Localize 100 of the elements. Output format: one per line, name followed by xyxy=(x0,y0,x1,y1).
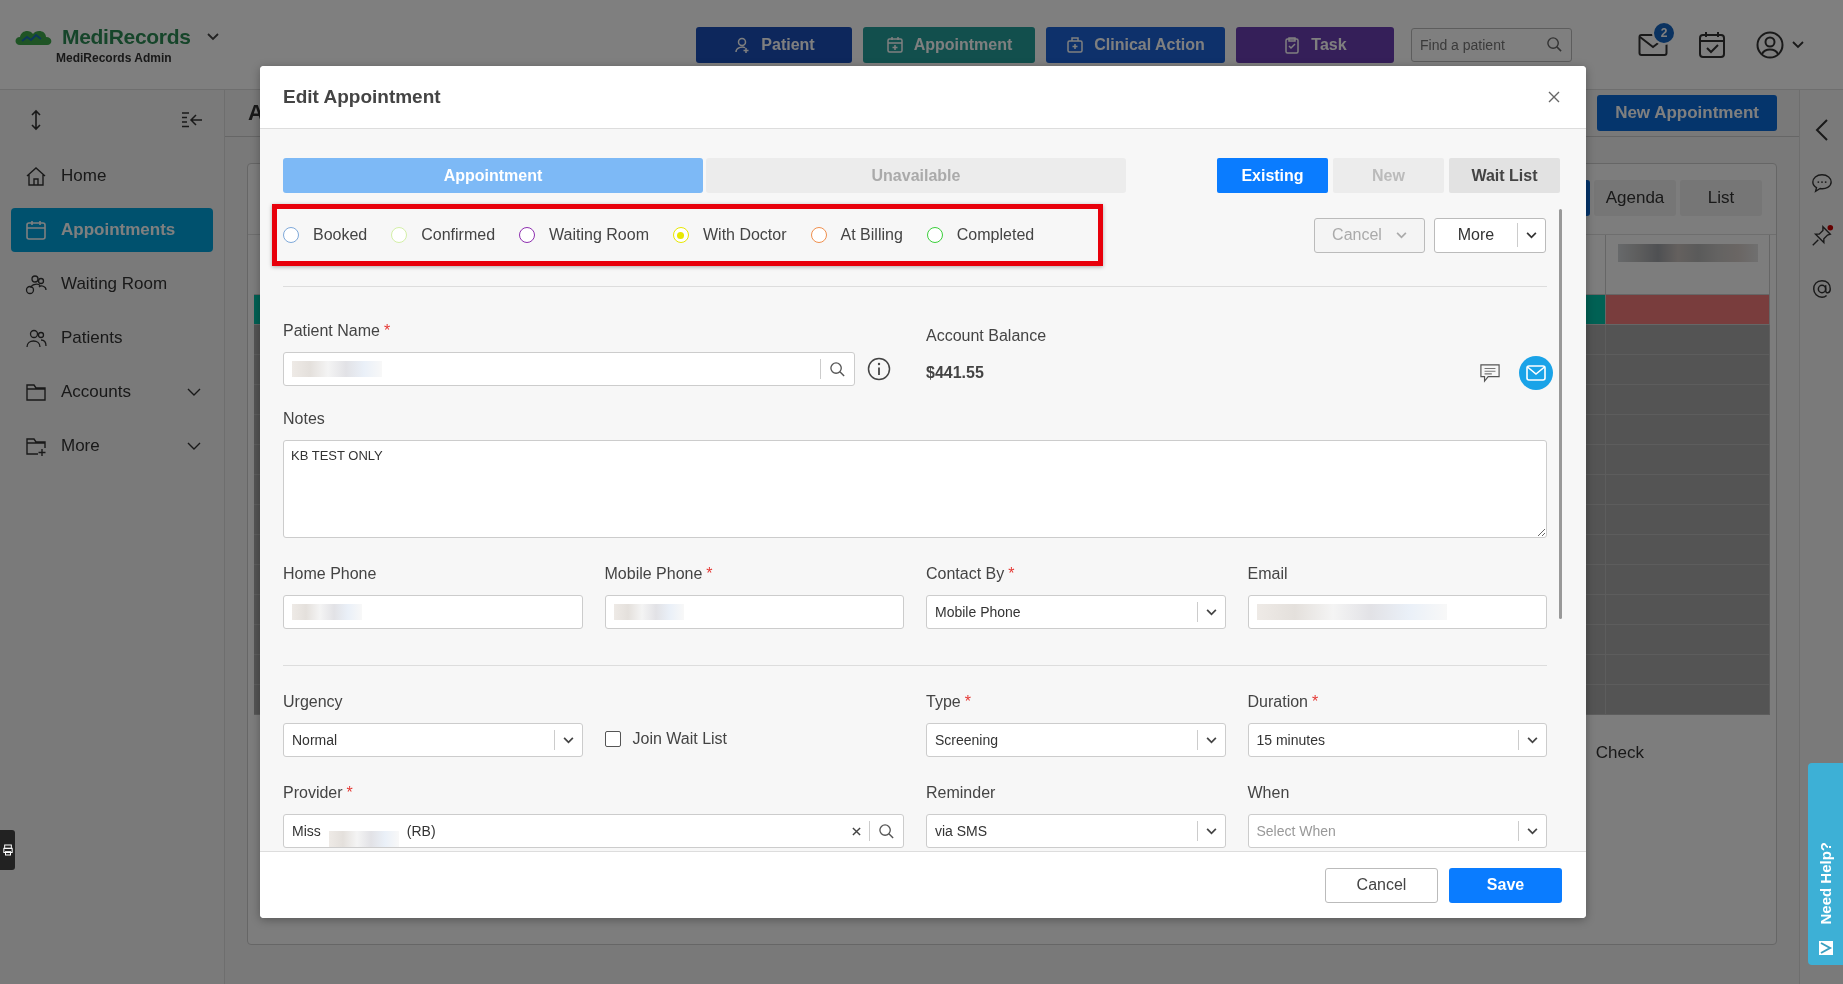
side-tab[interactable] xyxy=(0,830,15,870)
new-appointment-button[interactable]: New Appointment xyxy=(1597,95,1777,131)
nav-icon xyxy=(885,35,904,54)
field-label: Mobile Phone * xyxy=(604,564,714,584)
vertical-arrows-icon[interactable] xyxy=(30,109,42,131)
status-radio[interactable] xyxy=(519,227,536,243)
sidebar-icon xyxy=(25,435,47,457)
field-label: Contact By * xyxy=(926,564,1016,584)
provider-title: Miss xyxy=(292,823,321,839)
collapse-menu-icon[interactable] xyxy=(181,111,203,129)
status-option[interactable]: At Billing xyxy=(810,226,903,244)
at-sign-icon[interactable] xyxy=(1810,278,1833,300)
sidebar-icon xyxy=(25,381,47,403)
nav-icon xyxy=(1066,35,1085,54)
nav-button[interactable]: Clinical Action xyxy=(1046,26,1225,63)
sidebar-item[interactable]: More xyxy=(11,424,213,468)
field-label: Duration * xyxy=(1247,692,1320,712)
status-radio[interactable] xyxy=(283,227,299,243)
sidebar-item[interactable]: Accounts xyxy=(11,370,213,414)
field-label: Provider * xyxy=(283,783,354,803)
field-label: When xyxy=(1247,783,1291,803)
text-field[interactable] xyxy=(1247,595,1547,629)
chevron-down-icon xyxy=(1205,608,1217,616)
calendar-check-icon[interactable] xyxy=(1698,30,1726,59)
scrollbar[interactable] xyxy=(1559,209,1562,619)
field-label: Home Phone xyxy=(283,564,378,584)
status-option[interactable]: Confirmed xyxy=(391,226,496,244)
status-option[interactable]: Waiting Room xyxy=(519,226,649,244)
text-field[interactable] xyxy=(604,595,904,629)
email-button[interactable] xyxy=(1519,356,1553,390)
status-option[interactable]: With Doctor xyxy=(672,226,787,244)
appointment-text: Check xyxy=(1595,743,1644,763)
field-label: Notes xyxy=(283,409,326,429)
patient-search-field[interactable] xyxy=(283,352,855,386)
sidebar-item[interactable]: Patients xyxy=(11,316,213,360)
field-label: Type * xyxy=(926,692,972,712)
nav-button[interactable]: Appointment xyxy=(863,26,1035,63)
status-option[interactable]: Completed xyxy=(926,226,1035,244)
dropdown-field[interactable]: 15 minutes xyxy=(1247,723,1547,757)
text-field[interactable] xyxy=(283,595,583,629)
field-label: Email xyxy=(1247,564,1289,584)
nav-button[interactable]: Patient xyxy=(696,26,852,63)
envelope-icon xyxy=(1526,365,1546,381)
close-icon[interactable] xyxy=(1548,91,1560,103)
checkbox[interactable] xyxy=(604,731,621,747)
dropdown-field[interactable]: Mobile Phone xyxy=(926,595,1226,629)
sidebar-icon xyxy=(25,165,47,187)
chevron-down-icon xyxy=(1205,736,1217,744)
checkbox-option[interactable]: Join Wait List xyxy=(604,723,904,755)
chevron-down-icon xyxy=(1527,736,1538,744)
chevron-down-icon xyxy=(1395,231,1407,239)
chevron-down-icon xyxy=(1205,827,1217,835)
search-icon[interactable] xyxy=(878,822,895,840)
nav-icon xyxy=(1283,35,1302,54)
info-icon[interactable] xyxy=(867,357,891,381)
brand-name: MediRecords xyxy=(62,24,191,49)
chevron-down-icon[interactable] xyxy=(1526,231,1537,239)
clear-icon[interactable] xyxy=(852,826,861,836)
status-radio[interactable] xyxy=(810,227,827,243)
status-option[interactable]: Booked xyxy=(283,226,368,244)
provider-search-field[interactable]: Miss (RB) xyxy=(283,814,904,848)
sidebar-item[interactable]: Appointments xyxy=(11,208,213,252)
dropdown-field[interactable]: Normal xyxy=(283,723,583,757)
field-label: Account Balance xyxy=(926,326,1048,346)
search-icon xyxy=(829,360,846,378)
filter-tab[interactable]: Wait List xyxy=(1449,158,1560,193)
user-avatar-icon[interactable] xyxy=(1756,30,1784,59)
chevron-down-icon xyxy=(1527,827,1538,835)
dropdown-field[interactable]: Screening xyxy=(926,723,1226,757)
nav-button[interactable]: Task xyxy=(1236,26,1394,63)
field-label: Urgency xyxy=(283,692,344,712)
sms-icon[interactable] xyxy=(1479,363,1501,383)
brand-subtitle: MediRecords Admin xyxy=(56,50,172,65)
chevron-down-icon xyxy=(562,736,574,744)
sidebar-icon xyxy=(25,219,47,241)
more-split-button[interactable]: More xyxy=(1434,217,1546,253)
dropdown-field[interactable]: Select When xyxy=(1247,814,1547,848)
dialog-button[interactable]: Cancel xyxy=(1325,867,1438,903)
account-balance: $441.55 xyxy=(926,364,984,382)
nav-icon xyxy=(733,35,752,54)
chat-icon[interactable] xyxy=(1810,172,1833,194)
notification-badge: 2 xyxy=(1652,20,1676,45)
status-radio[interactable] xyxy=(926,227,943,243)
printer-icon xyxy=(2,844,13,856)
view-tab[interactable]: List xyxy=(1680,180,1762,216)
field-label: Patient Name * xyxy=(283,321,392,341)
sidebar-icon xyxy=(25,327,47,349)
search-field[interactable]: Find a patient xyxy=(1411,27,1572,62)
chat-arrow-icon xyxy=(1816,939,1835,957)
dialog-button[interactable]: Save xyxy=(1449,867,1562,903)
chevron-left-icon[interactable] xyxy=(1814,118,1829,142)
view-tab[interactable]: Agenda xyxy=(1594,180,1676,216)
notes-field[interactable]: KB TEST ONLY xyxy=(283,440,1547,538)
sidebar-item[interactable]: Waiting Room xyxy=(11,262,213,306)
help-tab[interactable]: Need Help? xyxy=(1808,763,1843,965)
sidebar-item[interactable]: Home xyxy=(11,154,213,198)
filter-tab[interactable]: Existing xyxy=(1217,158,1328,193)
provider-initials: (RB) xyxy=(406,823,436,839)
dropdown-field[interactable]: via SMS xyxy=(926,814,1226,848)
sidebar-icon xyxy=(25,273,47,295)
